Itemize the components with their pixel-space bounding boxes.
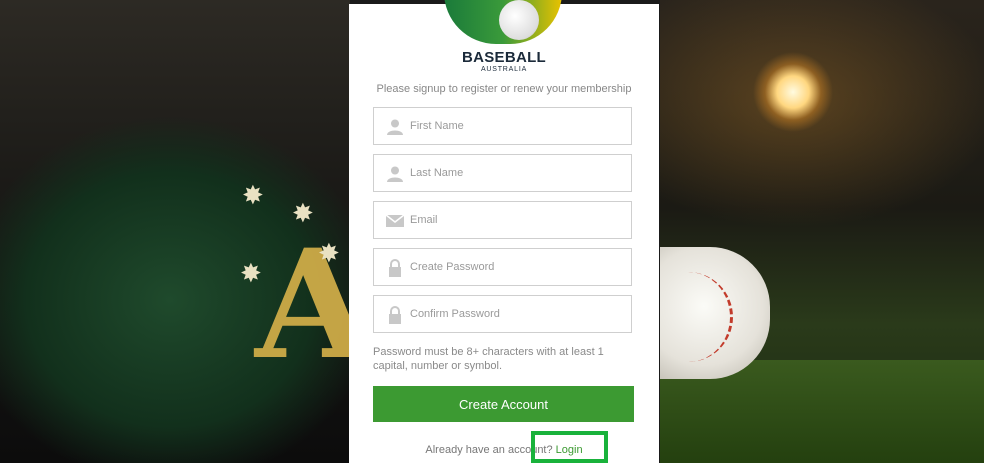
create-account-button[interactable]: Create Account <box>373 386 634 422</box>
first-name-field[interactable] <box>373 107 632 145</box>
envelope-icon <box>386 214 404 227</box>
password-hint: Password must be 8+ characters with at l… <box>373 346 604 372</box>
star-icon: ✸ <box>240 258 262 288</box>
create-password-input[interactable] <box>410 249 625 285</box>
cap-photo: A ✸ ✸ ✸ ✸ <box>0 0 371 463</box>
confirm-password-field[interactable] <box>373 295 632 333</box>
login-prompt-text: Already have an account? <box>425 444 553 456</box>
logo-title: BASEBALL <box>461 49 547 66</box>
star-icon: ✸ <box>318 238 340 268</box>
signup-intro-text: Please signup to register or renew your … <box>376 83 632 95</box>
first-name-input[interactable] <box>410 108 625 144</box>
login-prompt: Already have an account? Login <box>349 444 659 456</box>
lock-icon <box>389 259 401 277</box>
signup-panel: BASEBALL AUSTRALIA Please signup to regi… <box>349 0 659 463</box>
last-name-field[interactable] <box>373 154 632 192</box>
star-icon: ✸ <box>242 180 264 210</box>
baseball-australia-logo: BASEBALL AUSTRALIA <box>439 0 569 76</box>
email-field[interactable] <box>373 201 632 239</box>
confirm-password-input[interactable] <box>410 296 625 332</box>
logo-subtitle: AUSTRALIA <box>480 66 528 73</box>
login-link[interactable]: Login <box>556 444 583 456</box>
lock-icon <box>389 306 401 324</box>
last-name-input[interactable] <box>410 155 625 191</box>
user-icon <box>387 166 403 182</box>
email-input[interactable] <box>410 202 625 238</box>
logo-ball-icon <box>499 0 539 40</box>
star-icon: ✸ <box>292 198 314 228</box>
create-password-field[interactable] <box>373 248 632 286</box>
user-icon <box>387 119 403 135</box>
